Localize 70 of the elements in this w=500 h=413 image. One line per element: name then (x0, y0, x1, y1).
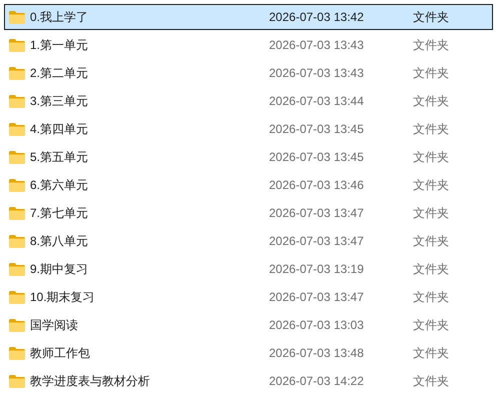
file-row[interactable]: 0.我上学了 2026-07-03 13:42 文件夹 (4, 4, 493, 30)
modified-date: 2026-07-03 13:42 (269, 10, 365, 24)
modified-date: 2026-07-03 13:46 (269, 178, 365, 192)
file-type: 文件夹 (413, 64, 449, 82)
file-type: 文件夹 (413, 92, 449, 110)
modified-date: 2026-07-03 14:22 (269, 374, 365, 388)
file-row[interactable]: 国学阅读 2026-07-03 13:03 文件夹 (4, 312, 493, 338)
folder-icon (9, 150, 25, 164)
file-row[interactable]: 7.第七单元 2026-07-03 13:47 文件夹 (4, 200, 493, 226)
modified-date: 2026-07-03 13:19 (269, 262, 365, 276)
folder-icon (9, 318, 25, 332)
file-type: 文件夹 (413, 260, 449, 278)
file-name: 9.期中复习 (30, 260, 90, 278)
file-row[interactable]: 教师工作包 2026-07-03 13:48 文件夹 (4, 340, 493, 366)
file-name: 8.第八单元 (30, 232, 90, 250)
file-row[interactable]: 2.第二单元 2026-07-03 13:43 文件夹 (4, 60, 493, 86)
modified-date: 2026-07-03 13:44 (269, 94, 365, 108)
file-row[interactable]: 8.第八单元 2026-07-03 13:47 文件夹 (4, 228, 493, 254)
folder-icon (9, 234, 25, 248)
file-row[interactable]: 10.期末复习 2026-07-03 13:47 文件夹 (4, 284, 493, 310)
folder-icon (9, 38, 25, 52)
file-row[interactable]: 教学进度表与教材分析 2026-07-03 14:22 文件夹 (4, 368, 493, 394)
modified-date: 2026-07-03 13:48 (269, 346, 365, 360)
file-type: 文件夹 (413, 344, 449, 362)
folder-icon (9, 66, 25, 80)
file-name: 4.第四单元 (30, 120, 90, 138)
file-name: 教学进度表与教材分析 (30, 372, 151, 390)
modified-date: 2026-07-03 13:47 (269, 206, 365, 220)
folder-icon (9, 178, 25, 192)
folder-icon (9, 206, 25, 220)
file-name: 1.第一单元 (30, 36, 90, 54)
file-type: 文件夹 (413, 204, 449, 222)
file-type: 文件夹 (413, 232, 449, 250)
folder-icon (9, 346, 25, 360)
file-row[interactable]: 5.第五单元 2026-07-03 13:45 文件夹 (4, 144, 493, 170)
modified-date: 2026-07-03 13:43 (269, 38, 365, 52)
file-type: 文件夹 (413, 148, 449, 166)
file-row[interactable]: 3.第三单元 2026-07-03 13:44 文件夹 (4, 88, 493, 114)
file-name: 10.期末复习 (30, 288, 96, 306)
file-row[interactable]: 4.第四单元 2026-07-03 13:45 文件夹 (4, 116, 493, 142)
folder-icon (9, 10, 25, 24)
file-name: 6.第六单元 (30, 176, 90, 194)
file-name: 国学阅读 (30, 316, 79, 334)
file-type: 文件夹 (413, 372, 449, 390)
file-type: 文件夹 (413, 8, 449, 26)
file-type: 文件夹 (413, 120, 449, 138)
file-name: 3.第三单元 (30, 92, 90, 110)
folder-icon (9, 290, 25, 304)
modified-date: 2026-07-03 13:43 (269, 66, 365, 80)
file-type: 文件夹 (413, 316, 449, 334)
file-name: 2.第二单元 (30, 64, 90, 82)
modified-date: 2026-07-03 13:47 (269, 290, 365, 304)
file-name: 5.第五单元 (30, 148, 90, 166)
modified-date: 2026-07-03 13:47 (269, 234, 365, 248)
modified-date: 2026-07-03 13:45 (269, 122, 365, 136)
folder-icon (9, 374, 25, 388)
folder-icon (9, 94, 25, 108)
file-row[interactable]: 6.第六单元 2026-07-03 13:46 文件夹 (4, 172, 493, 198)
modified-date: 2026-07-03 13:45 (269, 150, 365, 164)
file-row[interactable]: 1.第一单元 2026-07-03 13:43 文件夹 (4, 32, 493, 58)
modified-date: 2026-07-03 13:03 (269, 318, 365, 332)
folder-icon (9, 122, 25, 136)
file-type: 文件夹 (413, 36, 449, 54)
folder-icon (9, 262, 25, 276)
file-name: 教师工作包 (30, 344, 91, 362)
file-type: 文件夹 (413, 176, 449, 194)
file-type: 文件夹 (413, 288, 449, 306)
file-row[interactable]: 9.期中复习 2026-07-03 13:19 文件夹 (4, 256, 493, 282)
file-name: 0.我上学了 (30, 8, 90, 26)
file-name: 7.第七单元 (30, 204, 90, 222)
